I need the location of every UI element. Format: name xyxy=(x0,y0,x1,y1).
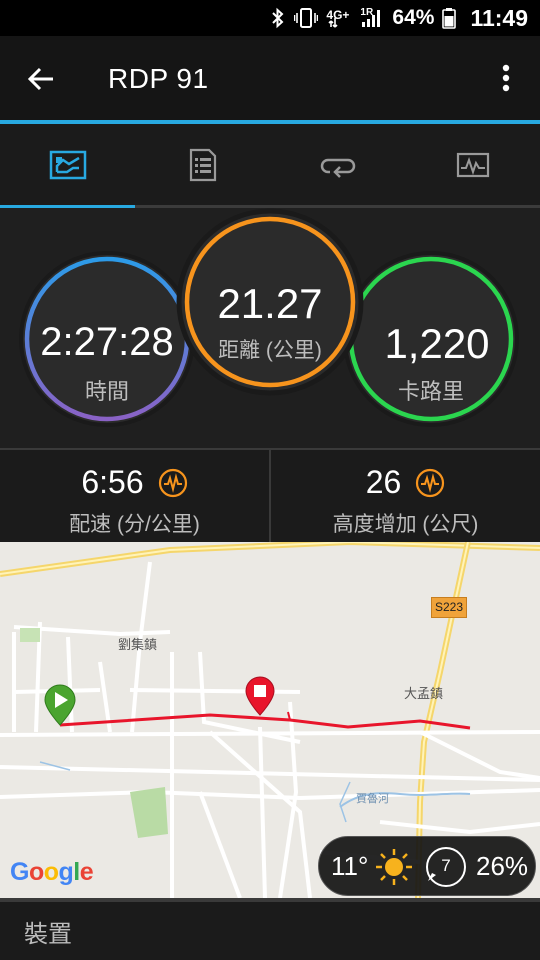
elevation-label: 高度增加 (公尺) xyxy=(332,513,479,536)
overflow-menu-button[interactable] xyxy=(488,58,524,98)
device-section[interactable]: 裝置 xyxy=(0,898,540,960)
tab-laps[interactable] xyxy=(270,124,405,206)
calories-value: 1,220 xyxy=(384,320,490,367)
pace-label: 配速 (分/公里) xyxy=(69,513,200,536)
distance-value: 21.27 xyxy=(217,280,323,327)
status-bar: 4G+ 1R 64% 11:49 xyxy=(0,0,540,36)
trend-wave-icon xyxy=(416,468,445,497)
stats-row: 6:56 配速 (分/公里) 26 高度增加 (公尺) xyxy=(0,448,540,542)
wind-indicator: 7 xyxy=(424,845,468,889)
more-vertical-icon xyxy=(502,64,510,92)
google-logo: Google xyxy=(10,858,94,886)
network-4g-icon: 4G+ xyxy=(326,7,352,29)
device-label: 裝置 xyxy=(24,921,72,948)
pace-value-line: 6:56 xyxy=(0,464,269,501)
tab-details[interactable] xyxy=(135,124,270,206)
summary-rings: 2:27:28 時間 1,220 卡路里 21.27 距離 (公里) xyxy=(0,208,540,448)
weather-pill[interactable]: 11° 7 26% xyxy=(318,836,536,896)
battery-percent: 64% xyxy=(392,6,435,29)
laps-loop-icon xyxy=(320,158,355,178)
tab-stats[interactable] xyxy=(0,124,135,206)
calories-ring: 1,220 卡路里 xyxy=(340,248,522,430)
activity-title: RDP 91 xyxy=(108,63,209,94)
stats-icon xyxy=(49,150,86,180)
time-value: 2:27:28 xyxy=(40,320,174,364)
town-label: 劉集鎮 xyxy=(118,637,158,652)
details-list-icon xyxy=(189,148,216,182)
humidity: 26% xyxy=(476,851,529,881)
wind-speed: 7 xyxy=(441,856,451,875)
tab-bar xyxy=(0,120,540,208)
time-ring: 2:27:28 時間 xyxy=(16,248,198,430)
highway-badge: S223 xyxy=(431,597,467,618)
bluetooth-icon xyxy=(270,7,286,29)
sun-icon xyxy=(376,849,412,885)
elevation-value-line: 26 xyxy=(271,464,540,501)
trend-wave-icon xyxy=(158,468,187,497)
pace-value: 6:56 xyxy=(81,464,144,500)
tab-graphs[interactable] xyxy=(405,124,540,206)
app-bar: RDP 91 xyxy=(0,36,540,120)
vibrate-icon xyxy=(294,7,319,29)
time-label: 時間 xyxy=(84,379,129,404)
elevation-stat[interactable]: 26 高度增加 (公尺) xyxy=(271,450,540,542)
back-button[interactable] xyxy=(18,56,64,102)
town-label: 大孟鎮 xyxy=(404,686,444,701)
signal-icon: 1R xyxy=(360,7,384,29)
temperature: 11° xyxy=(331,851,369,881)
pace-stat[interactable]: 6:56 配速 (分/公里) xyxy=(0,450,269,542)
status-icons: 4G+ 1R 64% 11:49 xyxy=(270,0,528,36)
back-arrow-icon xyxy=(27,67,53,91)
start-marker-icon[interactable] xyxy=(43,684,77,726)
graph-chart-icon xyxy=(456,152,489,178)
distance-ring: 21.27 距離 (公里) xyxy=(176,208,364,396)
distance-label: 距離 (公里) xyxy=(218,339,322,362)
clock: 11:49 xyxy=(470,4,528,31)
finish-marker-icon[interactable] xyxy=(244,676,276,716)
battery-icon xyxy=(442,7,457,29)
calories-label: 卡路里 xyxy=(397,379,464,404)
river-label: 賈魯河 xyxy=(356,793,389,805)
elevation-value: 26 xyxy=(365,464,402,500)
